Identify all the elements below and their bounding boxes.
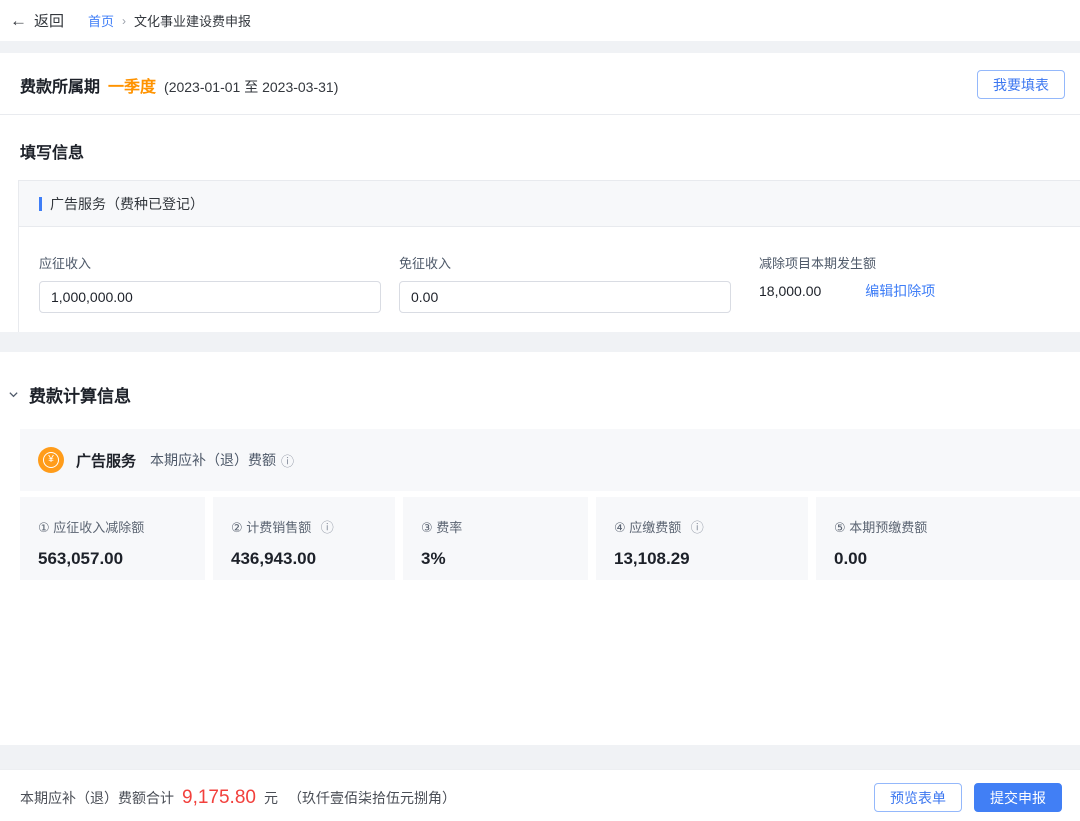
preview-form-button[interactable]: 预览表单 bbox=[874, 783, 962, 812]
stat-deducted-income: ① 应征收入减除额 563,057.00 bbox=[20, 497, 205, 580]
service-name: 广告服务 bbox=[76, 450, 136, 471]
footer-action-bar: 本期应补（退）费额合计 9,175.80 元 （玖仟壹佰柒拾伍元捌角） 预览表单… bbox=[0, 769, 1080, 821]
advertising-service-summary-panel: ¥ 广告服务 本期应补（退）费额 ⓘ bbox=[20, 429, 1080, 491]
back-arrow-icon: ← bbox=[10, 11, 27, 31]
exempt-income-input[interactable] bbox=[399, 281, 731, 313]
stat-value: 0.00 bbox=[834, 549, 1080, 569]
declaration-fill-card: 费款所属期 一季度 (2023-01-01 至 2023-03-31) 我要填表… bbox=[0, 53, 1080, 332]
stat-label: ④ 应缴费额 bbox=[614, 520, 681, 535]
exempt-income-label: 免征收入 bbox=[399, 253, 731, 272]
taxable-income-label: 应征收入 bbox=[39, 253, 381, 272]
stat-value: 3% bbox=[421, 549, 588, 569]
back-button[interactable]: ← 返回 bbox=[10, 10, 64, 31]
fieldset-header: 广告服务（费种已登记） bbox=[19, 181, 1080, 227]
info-icon[interactable]: ⓘ bbox=[321, 520, 334, 535]
fieldset-body: 应征收入 免征收入 减除项目本期发生额 18,000.00 编辑扣除项 bbox=[19, 227, 1080, 332]
deduction-value: 18,000.00 bbox=[759, 283, 821, 299]
total-unit: 元 bbox=[264, 788, 278, 808]
page-background-band bbox=[0, 332, 1080, 352]
period-label: 费款所属期 bbox=[20, 73, 100, 97]
period-header-row: 费款所属期 一季度 (2023-01-01 至 2023-03-31) 我要填表 bbox=[0, 53, 1080, 114]
stat-fee-rate: ③ 费率 3% bbox=[403, 497, 588, 580]
fill-form-button[interactable]: 我要填表 bbox=[977, 70, 1065, 99]
stat-billable-sales: ② 计费销售额 ⓘ 436,943.00 bbox=[213, 497, 395, 580]
advertising-service-fieldset: 广告服务（费种已登记） 应征收入 免征收入 减除项目本期发生额 18,000.0… bbox=[18, 180, 1080, 332]
service-subtitle: 本期应补（退）费额 bbox=[150, 450, 276, 470]
page-background-band bbox=[0, 745, 1080, 769]
coin-currency-icon: ¥ bbox=[38, 447, 64, 473]
exempt-income-field: 免征收入 bbox=[399, 253, 731, 313]
total-summary: 本期应补（退）费额合计 9,175.80 元 （玖仟壹佰柒拾伍元捌角） bbox=[20, 787, 456, 809]
deduction-field: 减除项目本期发生额 18,000.00 编辑扣除项 bbox=[759, 253, 935, 313]
fill-section-title: 填写信息 bbox=[20, 139, 1080, 163]
total-amount-in-words: （玖仟壹佰柒拾伍元捌角） bbox=[288, 788, 456, 808]
top-navigation-bar: ← 返回 首页 › 文化事业建设费申报 bbox=[0, 0, 1080, 41]
blue-marker-bar bbox=[39, 197, 42, 211]
deduction-value-row: 18,000.00 编辑扣除项 bbox=[759, 281, 935, 301]
back-label: 返回 bbox=[34, 10, 64, 31]
stat-value: 13,108.29 bbox=[614, 549, 808, 569]
edit-deduction-link[interactable]: 编辑扣除项 bbox=[865, 281, 935, 301]
submit-declaration-button[interactable]: 提交申报 bbox=[974, 783, 1062, 812]
calc-section-title: 费款计算信息 bbox=[29, 382, 131, 407]
breadcrumb-separator-icon: › bbox=[122, 14, 126, 28]
page-background-band bbox=[0, 41, 1080, 53]
taxable-income-input[interactable] bbox=[39, 281, 381, 313]
info-icon[interactable]: ⓘ bbox=[281, 451, 294, 470]
stat-label: ③ 费率 bbox=[421, 520, 462, 535]
stat-prepaid-fee: ⑤ 本期预缴费额 0.00 bbox=[816, 497, 1080, 580]
period-date-range: (2023-01-01 至 2023-03-31) bbox=[164, 77, 338, 97]
period-text: 费款所属期 一季度 (2023-01-01 至 2023-03-31) bbox=[20, 73, 338, 97]
total-label: 本期应补（退）费额合计 bbox=[20, 788, 174, 808]
chevron-down-icon bbox=[8, 389, 19, 400]
calc-section-header[interactable]: 费款计算信息 bbox=[8, 382, 1080, 407]
footer-buttons: 预览表单 提交申报 bbox=[874, 783, 1062, 812]
header-divider bbox=[0, 114, 1080, 115]
breadcrumb: 首页 › 文化事业建设费申报 bbox=[88, 11, 251, 30]
fee-calculation-card: 费款计算信息 ¥ 广告服务 本期应补（退）费额 ⓘ ① 应征收入减除额 563,… bbox=[0, 352, 1080, 745]
calculation-stats-row: ① 应征收入减除额 563,057.00 ② 计费销售额 ⓘ 436,943.0… bbox=[20, 497, 1080, 580]
total-amount: 9,175.80 bbox=[182, 787, 256, 809]
deduction-label: 减除项目本期发生额 bbox=[759, 253, 935, 272]
stat-label: ② 计费销售额 bbox=[231, 520, 311, 535]
stat-value: 563,057.00 bbox=[38, 549, 205, 569]
breadcrumb-current-page: 文化事业建设费申报 bbox=[134, 11, 251, 30]
stat-payable-fee: ④ 应缴费额 ⓘ 13,108.29 bbox=[596, 497, 808, 580]
breadcrumb-home-link[interactable]: 首页 bbox=[88, 11, 114, 30]
taxable-income-field: 应征收入 bbox=[39, 253, 381, 313]
info-icon[interactable]: ⓘ bbox=[691, 520, 704, 535]
period-quarter-value: 一季度 bbox=[108, 73, 156, 97]
fieldset-group-title: 广告服务（费种已登记） bbox=[50, 194, 204, 214]
stat-value: 436,943.00 bbox=[231, 549, 395, 569]
stat-label: ⑤ 本期预缴费额 bbox=[834, 520, 927, 535]
stat-label: ① 应征收入减除额 bbox=[38, 520, 144, 535]
